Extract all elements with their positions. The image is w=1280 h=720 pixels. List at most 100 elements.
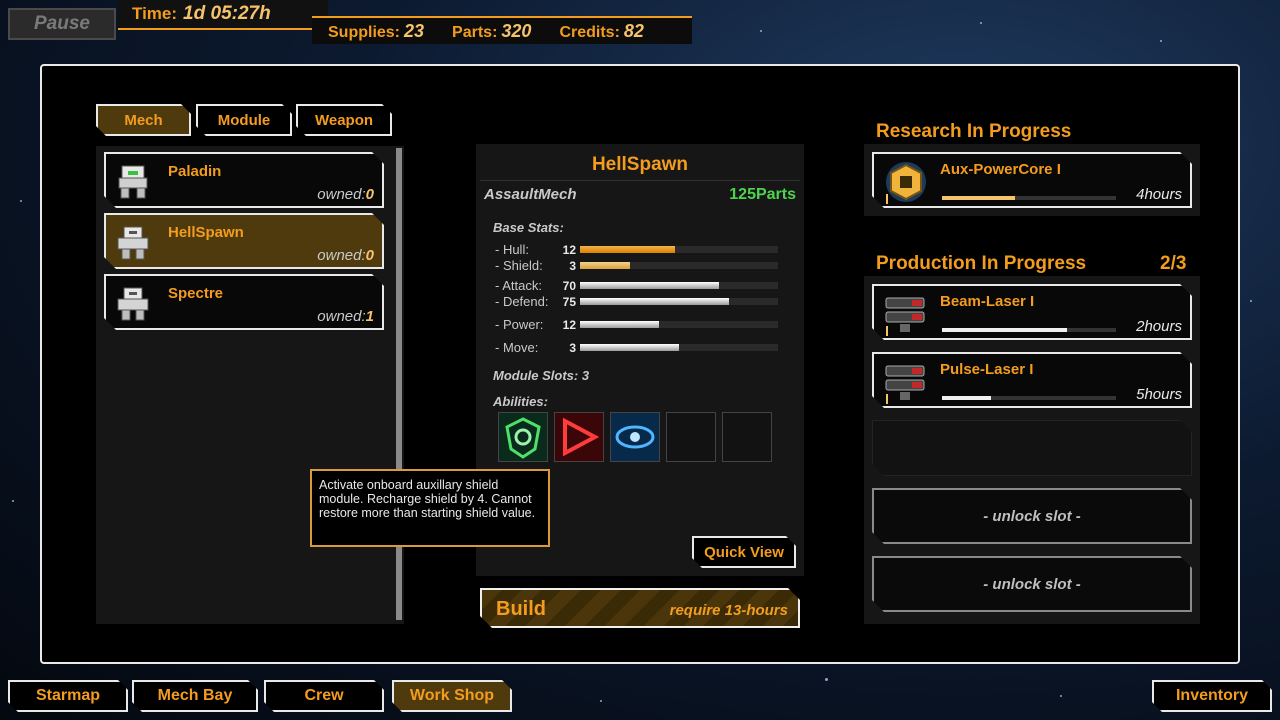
- mech-owned: owned:0: [317, 247, 374, 264]
- stat-bar-track: [580, 262, 778, 269]
- stat-value: 70: [552, 279, 576, 293]
- stat-bar-fill: [580, 246, 675, 253]
- nav-starmap[interactable]: Starmap: [8, 680, 128, 712]
- production-progress-track: [942, 396, 1116, 400]
- build-button[interactable]: Build require 13-hours: [480, 588, 800, 628]
- owned-label: owned:: [317, 186, 365, 203]
- production-title: Production In Progress: [876, 253, 1086, 275]
- research-progress-track: [942, 196, 1116, 200]
- ability-slot-shield[interactable]: [498, 412, 548, 462]
- mech-card-hellspawn[interactable]: HellSpawn owned:0: [104, 213, 384, 269]
- mech-name: Paladin: [168, 163, 221, 180]
- powercore-icon: [882, 160, 930, 204]
- stat-bar-track: [580, 344, 778, 351]
- production-name: Pulse-Laser I: [940, 361, 1033, 378]
- supplies-counter: Supplies:23: [328, 21, 424, 42]
- credits-label: Credits:: [559, 24, 619, 41]
- research-item[interactable]: Aux-PowerCore I 4hours: [872, 152, 1192, 208]
- nav-mech-bay[interactable]: Mech Bay: [132, 680, 258, 712]
- stat-name: - Defend:: [495, 294, 548, 309]
- build-time: require 13-hours: [670, 602, 788, 619]
- stat-value: 12: [552, 318, 576, 332]
- level-marker: [886, 194, 888, 204]
- time-label: Time:: [132, 4, 177, 24]
- stat-bar-fill: [580, 298, 729, 305]
- detail-title: HellSpawn: [476, 154, 804, 176]
- nav-work-shop[interactable]: Work Shop: [392, 680, 512, 712]
- parts-value: 320: [501, 21, 531, 41]
- mech-robot-icon: [114, 284, 152, 322]
- stat-bar-track: [580, 321, 778, 328]
- mech-owned: owned:1: [317, 308, 374, 325]
- resource-bar: Supplies:23 Parts:320 Credits: 82: [312, 16, 692, 44]
- stat-value: 3: [552, 259, 576, 273]
- level-marker: [886, 326, 888, 336]
- research-title: Research In Progress: [876, 121, 1071, 143]
- ability-tooltip: Activate onboard auxillary shield module…: [310, 469, 550, 547]
- mech-list: Paladin owned:0 HellSpawn owned:0 Spectr…: [96, 146, 404, 624]
- mech-list-scrollbar[interactable]: [396, 148, 402, 620]
- ability-slot-empty: [666, 412, 716, 462]
- stat-value: 75: [552, 295, 576, 309]
- research-progress-fill: [942, 196, 1015, 200]
- owned-count: 1: [366, 308, 374, 325]
- stat-bar-track: [580, 282, 778, 289]
- research-time: 4hours: [1136, 186, 1182, 203]
- production-progress-fill: [942, 396, 991, 400]
- shield-recharge-icon: [499, 413, 547, 461]
- production-item-beam-laser[interactable]: Beam-Laser I 2hours: [872, 284, 1192, 340]
- owned-label: owned:: [317, 308, 365, 325]
- mech-card-paladin[interactable]: Paladin owned:0: [104, 152, 384, 208]
- time-display: Time: 1d 05:27h: [118, 0, 328, 30]
- production-item-pulse-laser[interactable]: Pulse-Laser I 5hours: [872, 352, 1192, 408]
- stat-bar-track: [580, 298, 778, 305]
- pause-button[interactable]: Pause: [8, 8, 116, 40]
- mech-card-spectre[interactable]: Spectre owned:1: [104, 274, 384, 330]
- production-time: 5hours: [1136, 386, 1182, 403]
- mech-name: Spectre: [168, 285, 223, 302]
- credits-value: 82: [624, 21, 644, 41]
- nav-crew[interactable]: Crew: [264, 680, 384, 712]
- mech-owned: owned:0: [317, 186, 374, 203]
- unlock-slot-button[interactable]: - unlock slot -: [872, 556, 1192, 612]
- credits-counter: Credits: 82: [559, 21, 643, 42]
- supplies-value: 23: [404, 21, 424, 41]
- ability-slot-scan[interactable]: [610, 412, 660, 462]
- quick-view-button[interactable]: Quick View: [692, 536, 796, 568]
- production-count: 2/3: [1160, 253, 1186, 275]
- level-marker: [886, 394, 888, 404]
- supplies-label: Supplies:: [328, 24, 400, 41]
- mech-robot-icon: [114, 223, 152, 261]
- attack-triangle-icon: [555, 413, 603, 461]
- stat-name: - Move:: [495, 340, 538, 355]
- stat-name: - Power:: [495, 317, 543, 332]
- production-time: 2hours: [1136, 318, 1182, 335]
- parts-label: Parts:: [452, 24, 497, 41]
- stat-name: - Hull:: [495, 242, 529, 257]
- scan-eye-icon: [611, 413, 659, 461]
- abilities-label: Abilities:: [493, 394, 548, 409]
- module-slots-label: Module Slots: 3: [493, 368, 589, 383]
- tab-weapon[interactable]: Weapon: [296, 104, 392, 136]
- owned-count: 0: [366, 186, 374, 203]
- stat-name: - Shield:: [495, 258, 543, 273]
- stat-bar-fill: [580, 344, 679, 351]
- tab-module[interactable]: Module: [196, 104, 292, 136]
- ability-slot-attack[interactable]: [554, 412, 604, 462]
- stat-value: 3: [552, 341, 576, 355]
- stat-bar-fill: [580, 262, 630, 269]
- stat-bar-track: [580, 246, 778, 253]
- mech-name: HellSpawn: [168, 224, 244, 241]
- stat-value: 12: [552, 243, 576, 257]
- nav-inventory[interactable]: Inventory: [1152, 680, 1272, 712]
- base-stats-label: Base Stats:: [493, 220, 564, 235]
- tab-mech[interactable]: Mech: [96, 104, 191, 136]
- laser-gun-icon: [882, 360, 930, 404]
- production-progress-fill: [942, 328, 1067, 332]
- parts-counter: Parts:320: [452, 21, 531, 42]
- owned-label: owned:: [317, 247, 365, 264]
- unlock-slot-button[interactable]: - unlock slot -: [872, 488, 1192, 544]
- laser-gun-icon: [882, 292, 930, 336]
- production-name: Beam-Laser I: [940, 293, 1034, 310]
- mech-robot-icon: [114, 162, 152, 200]
